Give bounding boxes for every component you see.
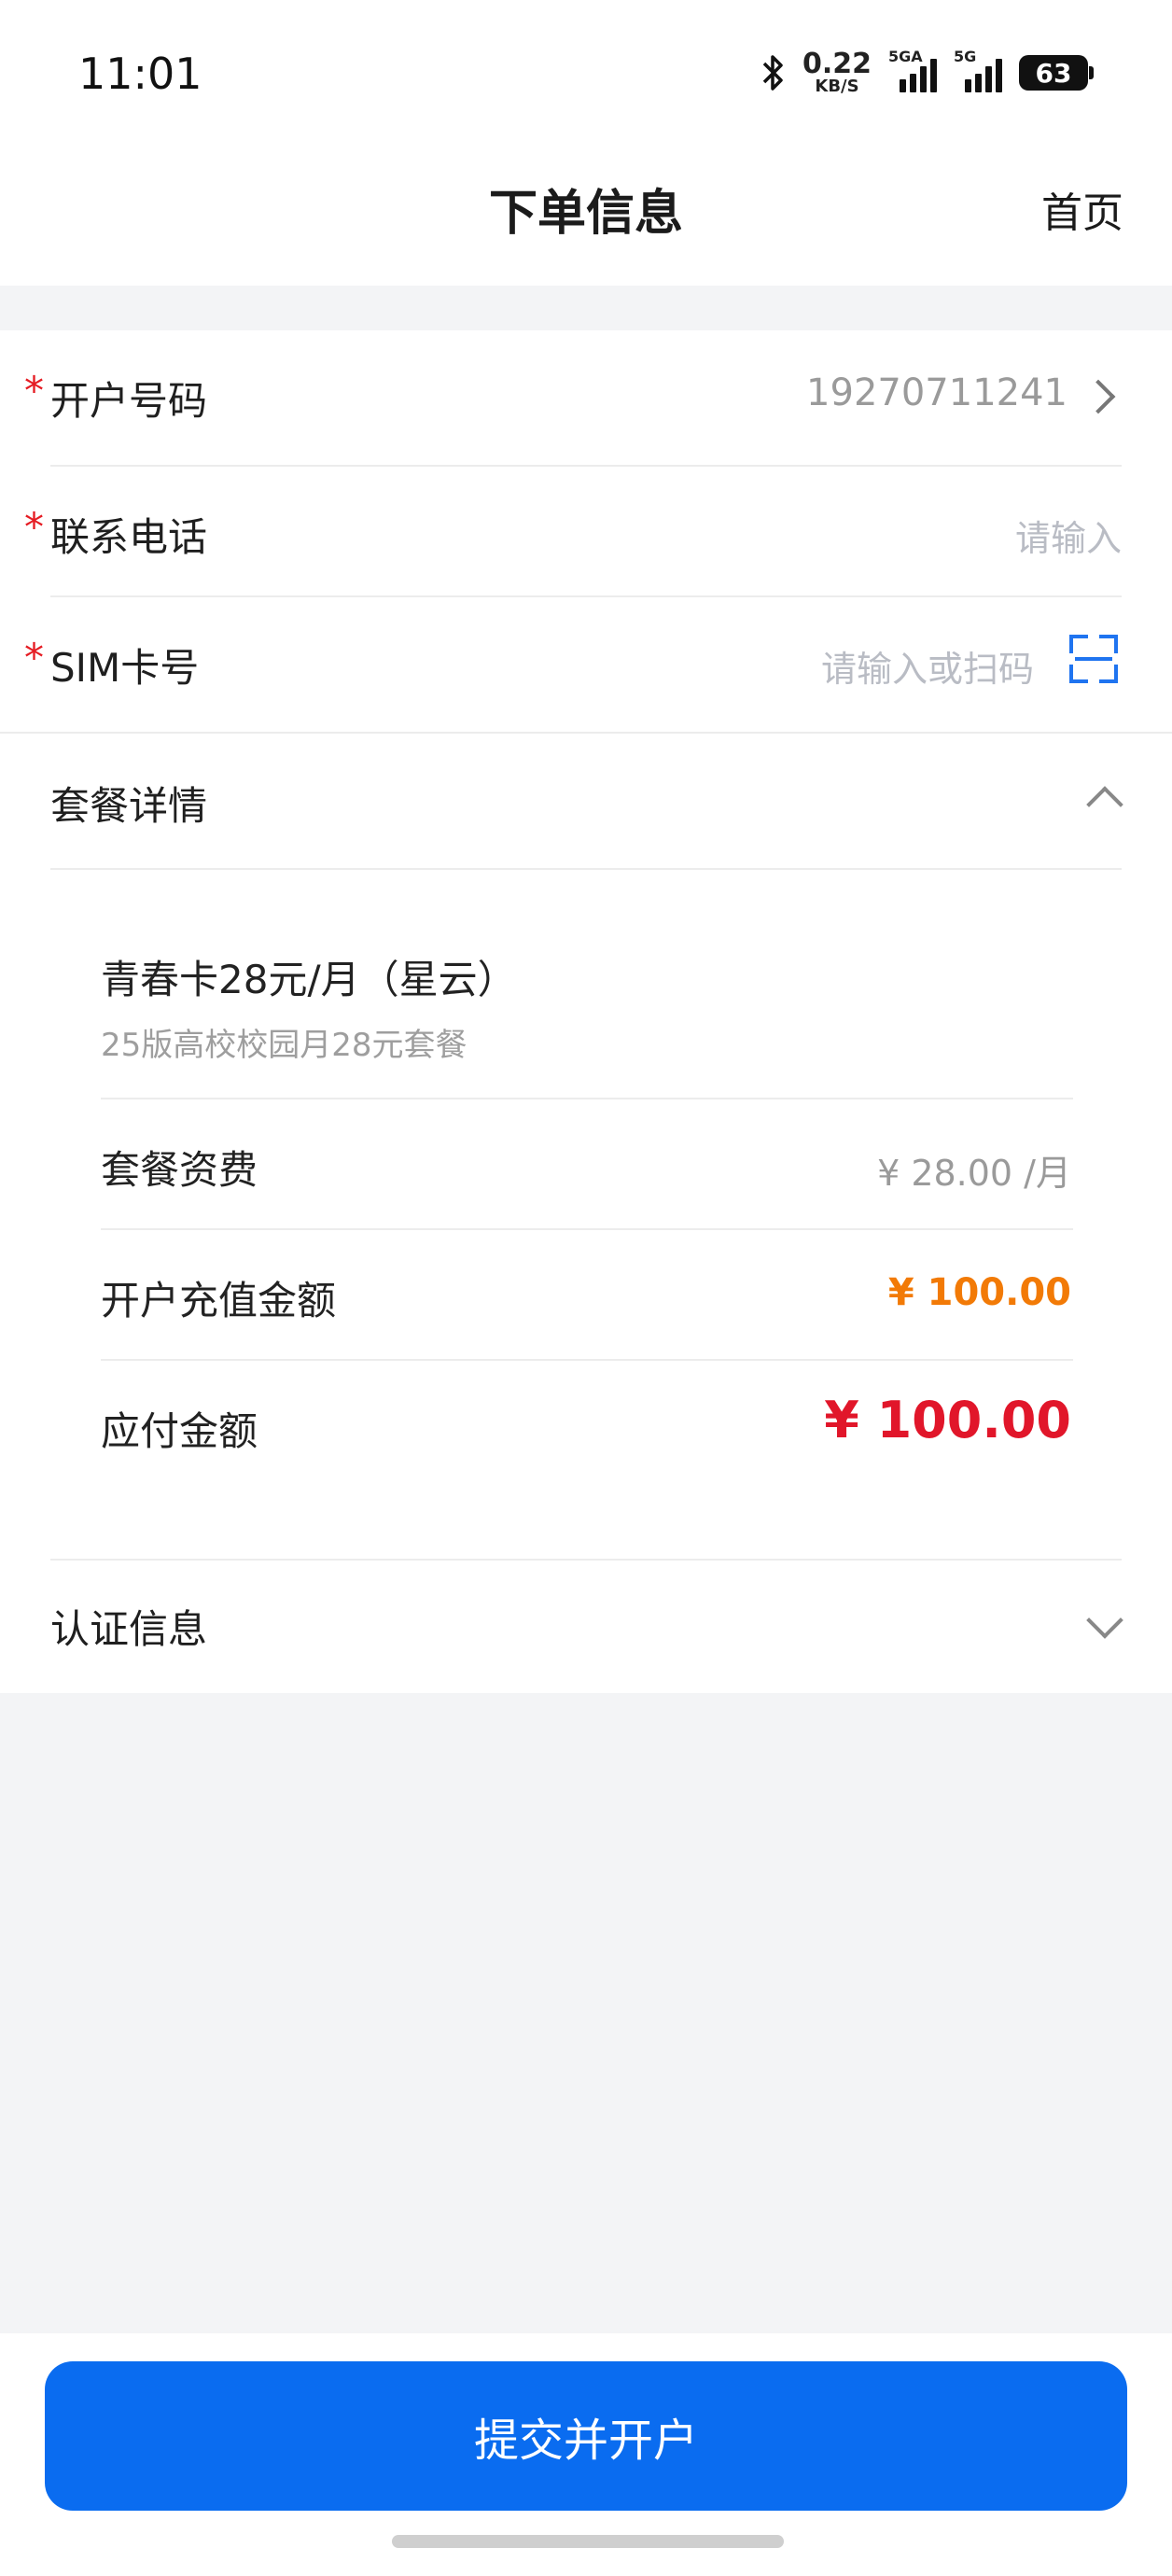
divider xyxy=(101,1359,1073,1361)
required-mark: * xyxy=(24,635,44,680)
divider xyxy=(50,465,1122,467)
package-desc: 25版高校校园月28元套餐 xyxy=(101,1027,467,1064)
sim-number-label: SIM卡号 xyxy=(50,645,200,691)
signal-icon-2: 5G xyxy=(954,48,1002,92)
divider xyxy=(50,1559,1122,1561)
status-bar: 11:01 0.22 KB/S 5GA 5G 63 xyxy=(0,0,1172,140)
net-speed-value: 0.22 xyxy=(802,48,872,80)
home-indicator[interactable] xyxy=(392,2535,784,2548)
status-time: 11:01 xyxy=(78,49,202,99)
divider xyxy=(101,1098,1073,1099)
contact-phone-label: 联系电话 xyxy=(50,514,208,560)
scan-icon[interactable] xyxy=(1069,635,1118,683)
net-speed-unit: KB/S xyxy=(815,77,859,96)
fee-value: ¥ 28.00 /月 xyxy=(877,1153,1071,1194)
sim-number-input[interactable]: 请输入或扫码 xyxy=(821,640,1034,692)
auth-section-title: 认证信息 xyxy=(50,1606,208,1652)
submit-button[interactable]: 提交并开户 xyxy=(45,2361,1127,2511)
recharge-value: ¥ 100.00 xyxy=(887,1271,1071,1314)
required-mark: * xyxy=(24,368,44,413)
payable-label: 应付金额 xyxy=(101,1408,258,1454)
account-number-label: 开户号码 xyxy=(50,378,208,424)
account-number-value: 19270711241 xyxy=(806,371,1067,414)
signal-label-sim1: 5GA xyxy=(888,48,923,65)
recharge-label: 开户充值金额 xyxy=(101,1278,337,1323)
package-section-title: 套餐详情 xyxy=(50,783,208,829)
contact-phone-input[interactable]: 请输入 xyxy=(1015,510,1122,561)
signal-label-sim2: 5G xyxy=(954,48,977,65)
bluetooth-icon xyxy=(762,55,783,91)
package-name: 青春卡28元/月（星云） xyxy=(101,957,517,1002)
divider xyxy=(0,732,1172,734)
page-title: 下单信息 xyxy=(488,186,683,242)
divider xyxy=(101,1228,1073,1230)
required-mark: * xyxy=(24,504,44,550)
fee-label: 套餐资费 xyxy=(101,1147,258,1193)
battery-icon: 63 xyxy=(1019,55,1094,91)
nav-bar: 下单信息 首页 xyxy=(0,140,1172,286)
home-link[interactable]: 首页 xyxy=(1041,179,1123,239)
signal-icon: 5GA xyxy=(888,48,937,92)
net-speed: 0.22 KB/S xyxy=(802,50,872,95)
payable-value: ¥ 100.00 xyxy=(824,1391,1071,1449)
status-icons: 0.22 KB/S 5GA 5G 63 xyxy=(761,48,1094,95)
divider xyxy=(50,868,1122,870)
divider xyxy=(50,595,1122,597)
